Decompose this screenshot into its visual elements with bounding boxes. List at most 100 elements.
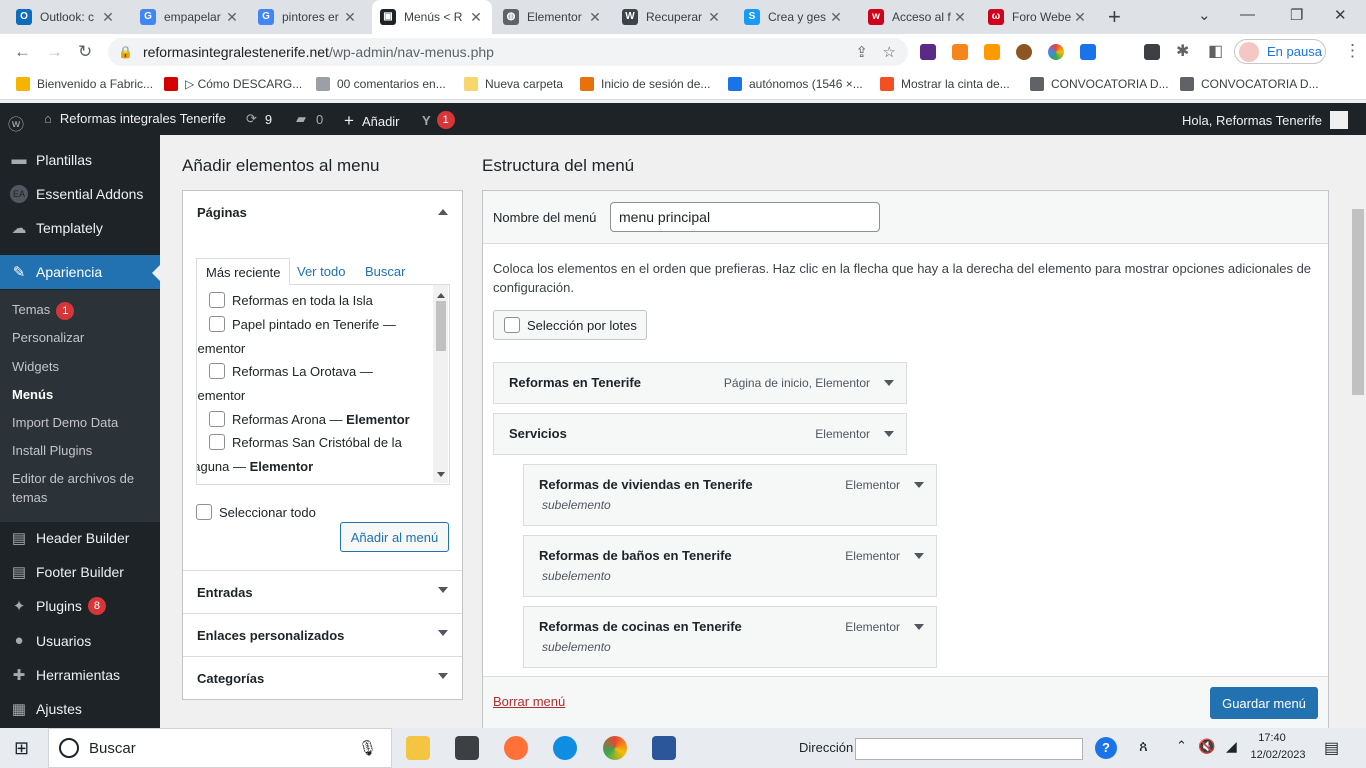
reload-icon[interactable]: ↻ (78, 42, 92, 62)
add-new-link[interactable]: + Añadir (344, 111, 400, 131)
volume-icon[interactable]: 🔇 (1198, 738, 1215, 755)
firefox-icon[interactable] (504, 736, 528, 760)
page-checkbox[interactable] (209, 411, 225, 427)
tab-most-recent[interactable]: Más reciente (196, 258, 291, 285)
close-icon[interactable]: ✕ (100, 9, 116, 26)
delete-menu-link[interactable]: Borrar menú (493, 694, 565, 709)
tray-chevron-icon[interactable]: ⌃ (1176, 738, 1187, 754)
sidebar-item[interactable]: ☁ Templately (0, 211, 160, 245)
extension-icon[interactable] (920, 44, 936, 60)
amazon-icon[interactable] (984, 44, 1000, 60)
bookmark-item[interactable]: Nueva carpeta (464, 77, 563, 91)
bookmark-item[interactable]: CONVOCATORIA D... (1030, 77, 1169, 91)
close-icon[interactable]: ✕ (952, 9, 968, 26)
list-item[interactable]: Reformas en toda la Isla (209, 289, 419, 313)
page-checkbox[interactable] (209, 434, 225, 450)
edge-icon[interactable] (553, 736, 577, 760)
custom-links-section-header[interactable]: Enlaces personalizados (183, 613, 462, 656)
m-extension-icon[interactable] (1144, 44, 1160, 60)
microphone-icon[interactable]: 🎙 (358, 739, 377, 757)
bulk-select-button[interactable]: Selección por lotes (493, 310, 647, 340)
side-panel-icon[interactable]: ◧ (1208, 41, 1223, 61)
help-icon[interactable]: ? (1095, 737, 1117, 759)
scroll-up-icon[interactable] (437, 289, 445, 298)
chrome-icon[interactable] (603, 736, 627, 760)
clock-date[interactable]: 12/02/2023 (1249, 749, 1307, 761)
posts-section-header[interactable]: Entradas (183, 570, 462, 613)
expand-arrow-icon[interactable] (884, 431, 894, 442)
restore-icon[interactable]: ❐ (1290, 6, 1303, 24)
bookmark-item[interactable]: ▷ Cómo DESCARG... (164, 77, 302, 91)
page-scrollbar[interactable] (1350, 135, 1366, 728)
sidebar-item[interactable]: ▤ Footer Builder (0, 555, 160, 589)
close-icon[interactable]: ✕ (706, 9, 722, 26)
notifications-icon[interactable]: ▤ (1324, 738, 1339, 758)
cookie-icon[interactable] (1016, 44, 1032, 60)
bookmark-item[interactable]: 00 comentarios en... (316, 77, 446, 91)
comments-link[interactable]: ▰ 0 (296, 111, 323, 127)
sidebar-item[interactable]: ▬ Plantillas (0, 143, 160, 177)
tab[interactable]: w Acceso al f ✕ (860, 0, 976, 34)
yoast-link[interactable]: Y1 (422, 111, 455, 129)
tab[interactable]: ω Foro Webe ✕ (980, 0, 1096, 34)
close-icon[interactable]: ✕ (828, 9, 844, 26)
expand-arrow-icon[interactable] (884, 380, 894, 391)
submenu-item[interactable]: Widgets (12, 359, 59, 374)
menu-item[interactable]: Servicios Elementor (493, 413, 907, 455)
chevron-down-icon[interactable]: ⌄ (1198, 6, 1211, 24)
sidebar-item[interactable]: ✚ Herramientas (0, 658, 160, 692)
tab[interactable]: Gpintores er ✕ (250, 0, 366, 34)
network-icon[interactable]: ◢ (1226, 738, 1237, 755)
tab-view-all[interactable]: Ver todo (288, 258, 354, 285)
updates-link[interactable]: ⟳ 9 (246, 111, 272, 127)
expand-arrow-icon[interactable] (914, 624, 924, 635)
bookmark-item[interactable]: Mostrar la cinta de... (880, 77, 1010, 91)
metamask-icon[interactable] (952, 44, 968, 60)
close-icon[interactable]: ✕ (1072, 9, 1088, 26)
bookmark-item[interactable]: CONVOCATORIA D... (1180, 77, 1319, 91)
sidebar-item[interactable]: ● Usuarios (0, 624, 160, 658)
minimize-icon[interactable]: — (1240, 6, 1255, 23)
sidebar-item[interactable]: ▦ Ajustes (0, 692, 160, 726)
select-all[interactable]: Seleccionar todo (196, 504, 316, 520)
tab-search[interactable]: Buscar (356, 258, 414, 285)
people-icon[interactable]: ጰ (1139, 738, 1148, 755)
page-checkbox[interactable] (209, 316, 225, 332)
tab[interactable]: ◍ Elementor ✕ (495, 0, 611, 34)
sidebar-item[interactable]: ✎ Apariencia (0, 255, 160, 289)
expand-arrow-icon[interactable] (914, 482, 924, 493)
page-scroll-thumb[interactable] (1352, 209, 1364, 395)
windows-start-icon[interactable]: ⊞ (14, 738, 29, 759)
my-account-link[interactable]: Hola, Reformas Tenerife (1182, 111, 1348, 129)
categories-section-header[interactable]: Categorías (183, 656, 462, 699)
save-menu-button[interactable]: Guardar menú (1210, 687, 1318, 719)
lock-icon[interactable]: 🔒 (118, 45, 133, 59)
bookmark-item[interactable]: autónomos (1546 ×... (728, 77, 863, 91)
list-item[interactable]: Reformas La Orotava — Elementor (197, 360, 419, 408)
color-picker-icon[interactable] (1048, 44, 1064, 60)
close-icon[interactable]: ✕ (587, 9, 603, 26)
back-icon[interactable]: ← (14, 42, 31, 62)
select-all-checkbox[interactable] (196, 504, 212, 520)
submenu-item[interactable]: Import Demo Data (12, 415, 118, 430)
list-item[interactable]: Reformas Arona — Elementor (209, 408, 419, 432)
bulk-select-checkbox[interactable] (504, 317, 520, 333)
menu-subitem[interactable]: Reformas de viviendas en Tenerife Element… (523, 464, 937, 526)
file-explorer-icon[interactable] (406, 736, 430, 760)
submenu-item[interactable]: Temas 1 (12, 302, 75, 320)
pen-tool-icon[interactable] (1080, 44, 1096, 60)
store-icon[interactable] (455, 736, 479, 760)
page-checkbox[interactable] (209, 363, 225, 379)
url-bar[interactable]: 🔒 reformasintegralestenerife.net/wp-admi… (108, 38, 908, 66)
pages-section-header[interactable]: Páginas (183, 191, 462, 234)
close-icon[interactable]: ✕ (342, 9, 358, 26)
submenu-item[interactable]: Editor de archivos de (12, 471, 134, 486)
clock-time[interactable]: 17:40 (1249, 732, 1295, 744)
menu-subitem[interactable]: Reformas de baños en Tenerife Elementor su… (523, 535, 937, 597)
submenu-item[interactable]: temas (12, 490, 47, 505)
bookmark-item[interactable]: Bienvenido a Fabric... (16, 77, 153, 91)
scroll-down-icon[interactable] (437, 472, 445, 481)
profile-button[interactable]: En pausa (1234, 39, 1326, 64)
sidebar-item[interactable]: ✦ Plugins 8 (0, 589, 160, 623)
tab[interactable]: O Outlook: c ✕ (8, 0, 124, 34)
